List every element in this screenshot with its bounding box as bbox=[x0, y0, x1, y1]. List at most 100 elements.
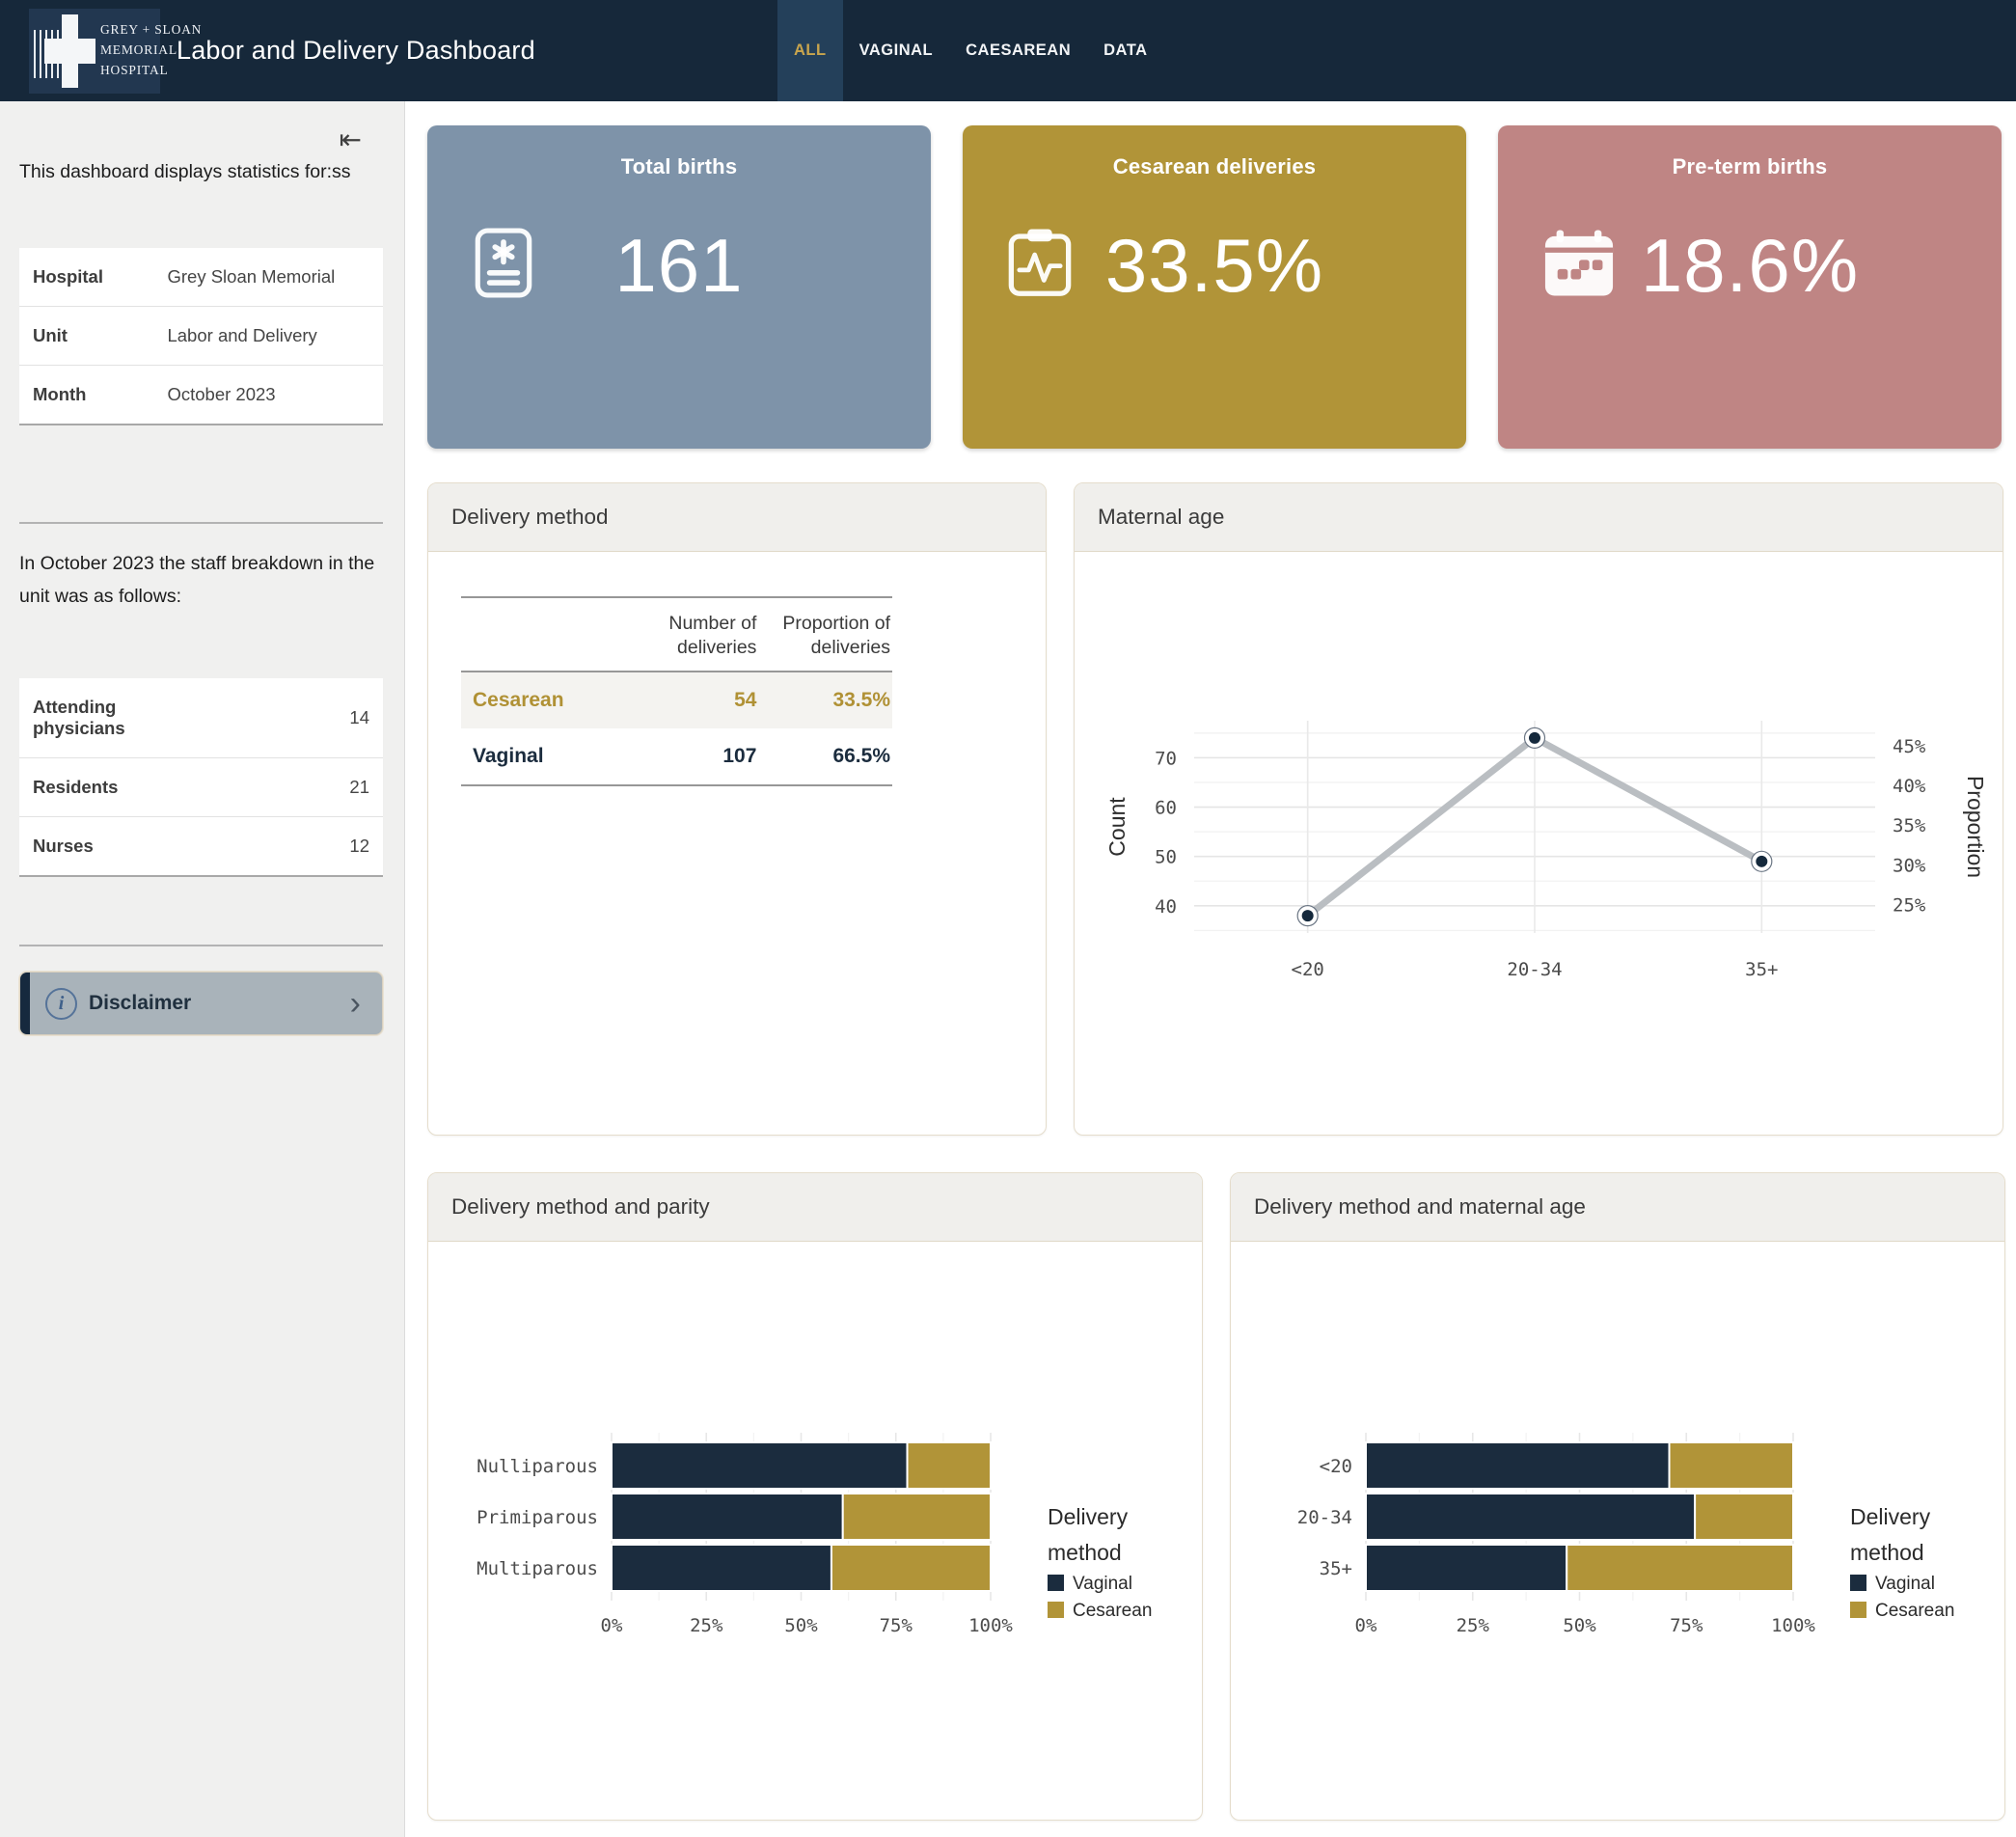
tab-vaginal[interactable]: VAGINAL bbox=[843, 0, 950, 101]
logo-line-2: MEMORIAL bbox=[100, 42, 177, 57]
card-title: Delivery method and maternal age bbox=[1231, 1173, 2004, 1242]
svg-text:75%: 75% bbox=[880, 1615, 913, 1636]
nav-tabs: ALLVAGINALCAESAREANDATA bbox=[777, 0, 1164, 101]
row-label: Month bbox=[19, 366, 153, 425]
disclaimer-button[interactable]: i Disclaimer › bbox=[19, 972, 383, 1035]
svg-text:0%: 0% bbox=[1355, 1615, 1377, 1636]
svg-text:Primiparous: Primiparous bbox=[477, 1507, 598, 1528]
sidebar: ⇤ This dashboard displays statistics for… bbox=[0, 101, 405, 1837]
value-box-value: 18.6% bbox=[1641, 222, 1859, 310]
svg-text:50%: 50% bbox=[784, 1615, 818, 1636]
svg-text:20-34: 20-34 bbox=[1507, 959, 1562, 980]
table-row: HospitalGrey Sloan Memorial bbox=[19, 248, 383, 307]
svg-text:25%: 25% bbox=[1457, 1615, 1490, 1636]
svg-text:method: method bbox=[1850, 1540, 1924, 1565]
card-delivery-maternal-age: Delivery method and maternal age <20 20-3… bbox=[1230, 1172, 2005, 1821]
age-stacked-bar-chart: <2020-3435+0%25%50%75%100%Deliverymethod… bbox=[1231, 1242, 2004, 1821]
row-value: 66.5% bbox=[758, 728, 892, 785]
svg-text:Vaginal: Vaginal bbox=[1875, 1574, 1935, 1594]
svg-text:Count: Count bbox=[1104, 797, 1130, 857]
svg-text:Delivery: Delivery bbox=[1850, 1504, 1931, 1529]
table-row: Nurses12 bbox=[19, 817, 383, 877]
table-header-stub bbox=[461, 597, 625, 672]
logo-cross-icon bbox=[44, 39, 95, 64]
info-icon: i bbox=[45, 988, 77, 1020]
svg-text:60: 60 bbox=[1155, 798, 1177, 819]
card-title: Delivery method bbox=[428, 483, 1046, 552]
svg-text:50: 50 bbox=[1155, 847, 1177, 868]
disclaimer-label: Disclaimer bbox=[89, 992, 191, 1015]
clipboard-pulse-icon bbox=[1007, 229, 1073, 303]
svg-text:Multiparous: Multiparous bbox=[477, 1558, 598, 1579]
value-box-cesarean-deliveries: Cesarean deliveries 33.5% bbox=[963, 125, 1466, 449]
svg-text:0%: 0% bbox=[601, 1615, 623, 1636]
unit-info-table: HospitalGrey Sloan MemorialUnitLabor and… bbox=[19, 248, 383, 425]
table-row: Vaginal10766.5% bbox=[461, 728, 892, 785]
svg-text:20-34: 20-34 bbox=[1297, 1507, 1352, 1528]
svg-text:<20: <20 bbox=[1292, 959, 1324, 980]
card-title: Delivery method and parity bbox=[428, 1173, 1202, 1242]
value-box-title: Pre-term births bbox=[1498, 154, 2002, 179]
divider bbox=[19, 522, 383, 524]
svg-text:35+: 35+ bbox=[1745, 959, 1778, 980]
svg-text:Vaginal: Vaginal bbox=[1073, 1574, 1132, 1594]
row-value: 107 bbox=[625, 728, 759, 785]
svg-text:30%: 30% bbox=[1893, 855, 1926, 876]
table-header-count: Number of deliveries bbox=[625, 597, 759, 672]
svg-text:100%: 100% bbox=[968, 1615, 1013, 1636]
table-header-proportion: Proportion of deliveries bbox=[758, 597, 892, 672]
sidebar-intro-text: This dashboard displays statistics for:s… bbox=[19, 155, 383, 188]
row-value: Labor and Delivery bbox=[153, 307, 383, 366]
app-title: Labor and Delivery Dashboard bbox=[177, 0, 535, 101]
row-label: Cesarean bbox=[461, 672, 625, 728]
tab-caesarean[interactable]: CAESAREAN bbox=[949, 0, 1087, 101]
calendar-icon bbox=[1542, 231, 1616, 301]
row-value: 21 bbox=[153, 758, 383, 817]
svg-text:Delivery: Delivery bbox=[1048, 1504, 1129, 1529]
staff-table: Attending physicians14Residents21Nurses1… bbox=[19, 678, 383, 877]
maternal-age-chart: 4050607025%30%35%40%45%<2020-3435+CountP… bbox=[1075, 552, 2002, 1135]
card-title: Maternal age bbox=[1075, 483, 2002, 552]
svg-text:25%: 25% bbox=[1893, 895, 1926, 917]
svg-text:45%: 45% bbox=[1893, 736, 1926, 757]
svg-text:Nulliparous: Nulliparous bbox=[477, 1456, 598, 1477]
tab-all[interactable]: ALL bbox=[777, 0, 843, 101]
svg-text:25%: 25% bbox=[690, 1615, 723, 1636]
row-label: Hospital bbox=[19, 248, 153, 307]
row-value: Grey Sloan Memorial bbox=[153, 248, 383, 307]
chevron-right-icon: › bbox=[350, 987, 361, 1020]
row-label: Nurses bbox=[19, 817, 153, 877]
file-medical-icon bbox=[472, 228, 535, 304]
table-row: Residents21 bbox=[19, 758, 383, 817]
delivery-method-table: Number of deliveries Proportion of deliv… bbox=[461, 596, 892, 786]
row-value: 14 bbox=[153, 678, 383, 758]
row-label: Unit bbox=[19, 307, 153, 366]
svg-text:35+: 35+ bbox=[1320, 1558, 1352, 1579]
svg-text:method: method bbox=[1048, 1540, 1122, 1565]
svg-text:<20: <20 bbox=[1320, 1456, 1352, 1477]
card-delivery-parity: Delivery method and parity Nulliparous Pr… bbox=[427, 1172, 1203, 1821]
svg-text:Cesarean: Cesarean bbox=[1875, 1601, 1954, 1621]
svg-text:75%: 75% bbox=[1670, 1615, 1703, 1636]
table-row: Cesarean5433.5% bbox=[461, 672, 892, 728]
tab-data[interactable]: DATA bbox=[1087, 0, 1163, 101]
row-label: Attending physicians bbox=[19, 678, 153, 758]
dashboard-page: GREY + SLOAN MEMORIAL HOSPITAL Labor and… bbox=[0, 0, 2016, 1837]
row-value: October 2023 bbox=[153, 366, 383, 425]
row-label: Residents bbox=[19, 758, 153, 817]
row-value: 33.5% bbox=[758, 672, 892, 728]
svg-text:40: 40 bbox=[1155, 896, 1177, 918]
divider bbox=[19, 945, 383, 946]
table-row: MonthOctober 2023 bbox=[19, 366, 383, 425]
logo-line-3: HOSPITAL bbox=[100, 63, 169, 77]
row-label: Vaginal bbox=[461, 728, 625, 785]
value-box-title: Cesarean deliveries bbox=[963, 154, 1466, 179]
table-row: Attending physicians14 bbox=[19, 678, 383, 758]
sidebar-collapse-icon[interactable]: ⇤ bbox=[340, 126, 362, 153]
value-box-value: 161 bbox=[614, 222, 743, 310]
svg-text:70: 70 bbox=[1155, 748, 1177, 769]
staff-intro-text: In October 2023 the staff breakdown in t… bbox=[19, 547, 383, 613]
svg-text:Proportion: Proportion bbox=[1963, 776, 1988, 878]
value-box-total-births: Total births 161 bbox=[427, 125, 931, 449]
parity-stacked-bar-chart: Nulliparous Primiparous Multiparous 0% 25% 50… bbox=[428, 1242, 1202, 1821]
